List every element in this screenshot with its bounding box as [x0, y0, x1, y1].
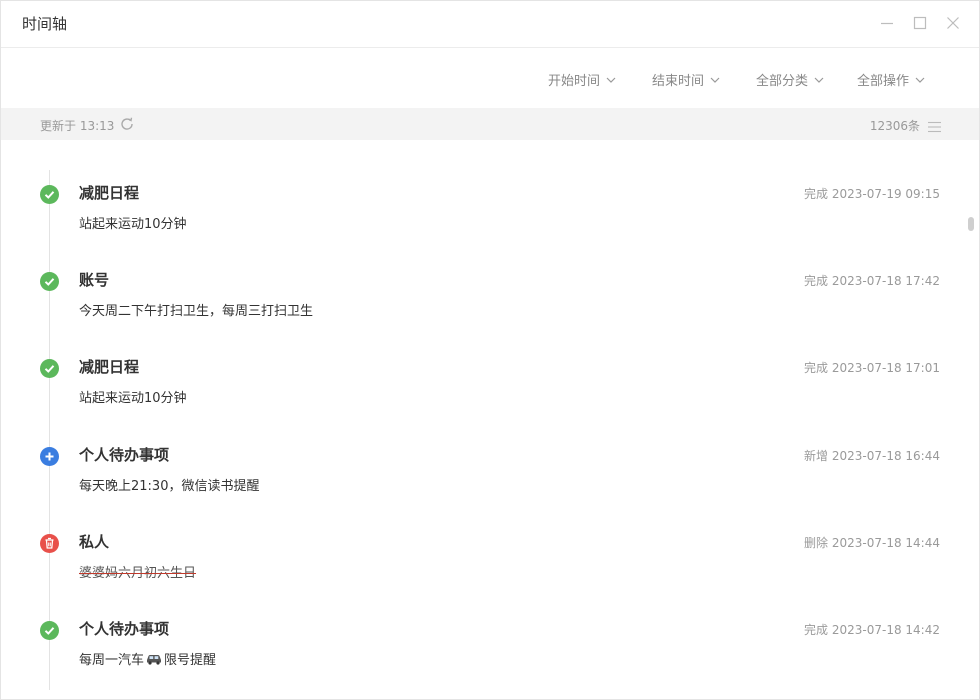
timeline-item[interactable]: 减肥日程 完成 2023-07-18 17:01 站起来运动10分钟 — [1, 358, 979, 439]
start-time-label: 开始时间 — [548, 74, 601, 89]
chevron-down-icon — [814, 77, 824, 83]
timeline-item[interactable]: 减肥日程 完成 2023-07-19 09:15 站起来运动10分钟 — [1, 184, 979, 265]
item-title: 个人待办事项 — [79, 620, 170, 638]
chevron-down-icon — [710, 77, 720, 83]
timeline-item[interactable]: 个人待办事项 新增 2023-07-18 16:44 每天晚上21:30，微信读… — [1, 446, 979, 527]
item-desc: 每周一汽车 限号提醒 — [79, 649, 216, 668]
trash-circle-icon — [40, 534, 59, 553]
refresh-icon — [121, 117, 133, 130]
filter-bar: 开始时间 结束时间 全部分类 全部操作 — [1, 48, 979, 108]
item-desc: 今天周二下午打扫卫生，每周三打扫卫生 — [79, 304, 314, 319]
item-desc-deleted: 婆婆妈六月初六生日 — [79, 566, 197, 581]
item-time: 完成 2023-07-18 17:42 — [804, 274, 940, 288]
item-time: 完成 2023-07-18 14:42 — [804, 623, 940, 637]
record-count: 12306条 — [869, 119, 920, 133]
window-title: 时间轴 — [22, 15, 68, 33]
chevron-down-icon — [606, 77, 616, 83]
item-desc: 站起来运动10分钟 — [79, 391, 187, 406]
item-title: 私人 — [79, 533, 110, 551]
chevron-down-icon — [915, 77, 925, 83]
scrollbar-thumb[interactable] — [968, 217, 974, 231]
category-dropdown[interactable]: 全部分类 — [756, 70, 824, 89]
item-time: 完成 2023-07-18 17:01 — [804, 361, 940, 375]
car-emoji-icon — [147, 654, 162, 665]
item-desc-before: 每周一汽车 — [79, 653, 145, 668]
close-button[interactable] — [945, 15, 961, 31]
timeline-item[interactable]: 个人待办事项 完成 2023-07-18 14:42 每周一汽车 限号提醒 — [1, 620, 979, 699]
status-bar: 更新于 13:13 12306条 — [1, 108, 979, 140]
timeline-item[interactable]: 账号 完成 2023-07-18 17:42 今天周二下午打扫卫生，每周三打扫卫… — [1, 271, 979, 352]
check-circle-icon — [40, 185, 59, 204]
minimize-icon — [881, 22, 893, 25]
menu-icon — [928, 121, 941, 133]
timeline-item[interactable]: 私人 删除 2023-07-18 14:44 婆婆妈六月初六生日 — [1, 533, 979, 614]
title-bar: 时间轴 — [1, 1, 979, 48]
plus-circle-icon — [40, 447, 59, 466]
refresh-button[interactable] — [119, 116, 135, 136]
check-circle-icon — [40, 359, 59, 378]
timeline-list: 减肥日程 完成 2023-07-19 09:15 站起来运动10分钟 账号 完成… — [1, 140, 979, 699]
item-time: 完成 2023-07-19 09:15 — [804, 187, 940, 201]
operation-dropdown[interactable]: 全部操作 — [857, 70, 925, 89]
item-time: 新增 2023-07-18 16:44 — [804, 449, 940, 463]
item-title: 账号 — [79, 271, 110, 289]
timeline-window: 时间轴 开始时间 结束时间 全部分类 全部操作 更新于 13:13 12306条… — [0, 0, 980, 700]
start-time-dropdown[interactable]: 开始时间 — [548, 70, 616, 89]
updated-time: 更新于 13:13 — [40, 119, 115, 133]
item-title: 个人待办事项 — [79, 446, 170, 464]
operation-label: 全部操作 — [857, 74, 910, 89]
item-title: 减肥日程 — [79, 184, 140, 202]
close-icon — [947, 17, 959, 29]
list-view-button[interactable] — [928, 118, 941, 137]
check-circle-icon — [40, 621, 59, 640]
item-desc: 每天晚上21:30，微信读书提醒 — [79, 479, 260, 494]
item-desc: 站起来运动10分钟 — [79, 217, 187, 232]
item-desc-after: 限号提醒 — [164, 653, 217, 668]
check-circle-icon — [40, 272, 59, 291]
item-time: 删除 2023-07-18 14:44 — [804, 536, 940, 550]
item-title: 减肥日程 — [79, 358, 140, 376]
minimize-button[interactable] — [879, 15, 895, 31]
end-time-dropdown[interactable]: 结束时间 — [652, 70, 720, 89]
end-time-label: 结束时间 — [652, 74, 705, 89]
category-label: 全部分类 — [756, 74, 809, 89]
maximize-icon — [913, 16, 927, 30]
maximize-button[interactable] — [912, 15, 928, 31]
